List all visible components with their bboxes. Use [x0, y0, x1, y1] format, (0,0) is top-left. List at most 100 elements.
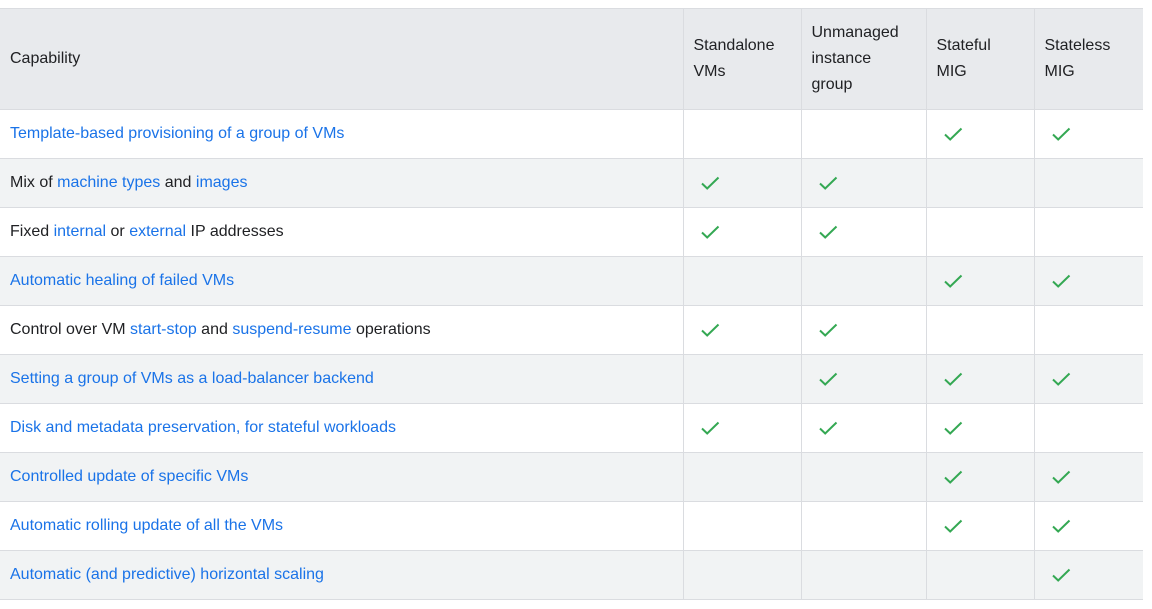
cell-unmanaged-instance-group — [801, 158, 927, 208]
cell-standalone-vms — [683, 305, 802, 355]
check-icon — [816, 416, 840, 440]
cell-stateful-mig — [926, 207, 1035, 257]
cell-standalone-vms — [683, 256, 802, 306]
check-icon — [816, 367, 840, 391]
check-icon — [698, 220, 722, 244]
check-icon — [1049, 465, 1073, 489]
capability-link[interactable]: start-stop — [130, 321, 197, 338]
cell-standalone-vms — [683, 403, 802, 453]
cell-unmanaged-instance-group — [801, 550, 927, 600]
capability-text: and — [196, 321, 233, 338]
capability-cell: Control over VM start-stop and suspend-r… — [0, 305, 684, 355]
capability-link[interactable]: suspend-resume — [232, 321, 351, 338]
capability-link[interactable]: external — [129, 223, 186, 240]
cell-stateless-mig — [1034, 256, 1143, 306]
header-capability: Capability — [0, 8, 684, 110]
cell-unmanaged-instance-group — [801, 354, 927, 404]
check-icon — [816, 171, 840, 195]
capability-link[interactable]: Automatic healing of failed VMs — [10, 272, 234, 289]
capability-link[interactable]: internal — [54, 223, 106, 240]
table-row: Fixed internal or external IP addresses — [0, 207, 1143, 257]
cell-standalone-vms — [683, 354, 802, 404]
capability-cell: Disk and metadata preservation, for stat… — [0, 403, 684, 453]
cell-stateless-mig — [1034, 207, 1143, 257]
capability-link[interactable]: images — [196, 174, 248, 191]
check-icon — [816, 220, 840, 244]
cell-standalone-vms — [683, 109, 802, 159]
capability-comparison-table: Capability Standalone VMs Unmanaged inst… — [0, 8, 1143, 600]
table-header-row: Capability Standalone VMs Unmanaged inst… — [0, 8, 1143, 110]
header-stateful-mig: Stateful MIG — [926, 8, 1035, 110]
capability-cell: Automatic healing of failed VMs — [0, 256, 684, 306]
table-row: Automatic (and predictive) horizontal sc… — [0, 550, 1143, 600]
cell-standalone-vms — [683, 452, 802, 502]
cell-standalone-vms — [683, 158, 802, 208]
capability-text: Mix of — [10, 174, 58, 191]
cell-stateless-mig — [1034, 109, 1143, 159]
capability-text: IP addresses — [186, 223, 284, 240]
check-icon — [941, 367, 965, 391]
check-icon — [1049, 367, 1073, 391]
capability-link[interactable]: Controlled update of specific VMs — [10, 468, 248, 485]
header-standalone-vms: Standalone VMs — [683, 8, 802, 110]
cell-stateless-mig — [1034, 452, 1143, 502]
check-icon — [941, 514, 965, 538]
header-unmanaged-instance-group: Unmanaged instance group — [801, 8, 927, 110]
cell-stateless-mig — [1034, 305, 1143, 355]
cell-stateful-mig — [926, 158, 1035, 208]
cell-stateful-mig — [926, 501, 1035, 551]
table-row: Setting a group of VMs as a load-balance… — [0, 354, 1143, 404]
cell-stateful-mig — [926, 550, 1035, 600]
cell-unmanaged-instance-group — [801, 403, 927, 453]
cell-standalone-vms — [683, 207, 802, 257]
check-icon — [941, 122, 965, 146]
check-icon — [1049, 122, 1073, 146]
check-icon — [1049, 514, 1073, 538]
capability-cell: Fixed internal or external IP addresses — [0, 207, 684, 257]
cell-standalone-vms — [683, 501, 802, 551]
capability-cell: Controlled update of specific VMs — [0, 452, 684, 502]
cell-stateless-mig — [1034, 354, 1143, 404]
capability-link[interactable]: Automatic (and predictive) horizontal sc… — [10, 566, 324, 583]
cell-unmanaged-instance-group — [801, 452, 927, 502]
check-icon — [1049, 563, 1073, 587]
table-row: Controlled update of specific VMs — [0, 452, 1143, 502]
cell-stateful-mig — [926, 109, 1035, 159]
capability-cell: Automatic (and predictive) horizontal sc… — [0, 550, 684, 600]
cell-stateful-mig — [926, 354, 1035, 404]
check-icon — [1049, 269, 1073, 293]
cell-stateful-mig — [926, 403, 1035, 453]
capability-link[interactable]: Setting a group of VMs as a load-balance… — [10, 370, 374, 387]
capability-text: Fixed — [10, 223, 54, 240]
cell-stateless-mig — [1034, 403, 1143, 453]
header-stateless-mig: Stateless MIG — [1034, 8, 1143, 110]
capability-text: or — [106, 223, 130, 240]
capability-link[interactable]: Template-based provisioning of a group o… — [10, 125, 344, 142]
capability-link[interactable]: machine types — [57, 174, 160, 191]
capability-text: and — [160, 174, 196, 191]
cell-stateful-mig — [926, 305, 1035, 355]
table-row: Automatic rolling update of all the VMs — [0, 501, 1143, 551]
cell-unmanaged-instance-group — [801, 109, 927, 159]
capability-link[interactable]: Automatic rolling update of all the VMs — [10, 517, 283, 534]
table-row: Template-based provisioning of a group o… — [0, 109, 1143, 159]
cell-stateless-mig — [1034, 158, 1143, 208]
table-body: Template-based provisioning of a group o… — [0, 109, 1143, 600]
check-icon — [698, 318, 722, 342]
cell-stateful-mig — [926, 256, 1035, 306]
check-icon — [816, 318, 840, 342]
cell-unmanaged-instance-group — [801, 207, 927, 257]
check-icon — [698, 171, 722, 195]
cell-stateless-mig — [1034, 501, 1143, 551]
capability-cell: Automatic rolling update of all the VMs — [0, 501, 684, 551]
cell-unmanaged-instance-group — [801, 501, 927, 551]
table-row: Automatic healing of failed VMs — [0, 256, 1143, 306]
capability-cell: Template-based provisioning of a group o… — [0, 109, 684, 159]
cell-standalone-vms — [683, 550, 802, 600]
cell-stateful-mig — [926, 452, 1035, 502]
table-row: Disk and metadata preservation, for stat… — [0, 403, 1143, 453]
cell-unmanaged-instance-group — [801, 305, 927, 355]
table-row: Mix of machine types and images — [0, 158, 1143, 208]
capability-cell: Mix of machine types and images — [0, 158, 684, 208]
capability-link[interactable]: Disk and metadata preservation, for stat… — [10, 419, 396, 436]
